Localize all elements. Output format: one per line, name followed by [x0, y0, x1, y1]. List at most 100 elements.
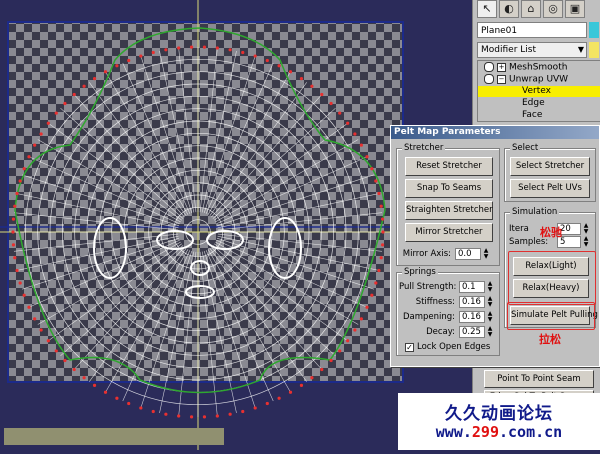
iterations-label: Itera: [509, 224, 529, 234]
boundary-vertex: [253, 54, 257, 58]
boundary-vertex: [241, 50, 245, 55]
decay-field[interactable]: 0.25 ▲ ▼: [459, 326, 492, 338]
boundary-vertex: [92, 77, 97, 81]
uv-checker-texture: [8, 22, 403, 382]
mirror-stretcher-button[interactable]: Mirror Stretcher: [405, 223, 493, 242]
select-group: Select Select Stretcher Select Pelt UVs: [504, 142, 596, 202]
boundary-vertex: [27, 305, 31, 309]
stiffness-label: Stiffness:: [415, 297, 455, 307]
boundary-vertex: [379, 204, 383, 208]
boundary-vertex: [329, 101, 333, 106]
boundary-vertex: [320, 367, 324, 372]
modifier-stack: + MeshSmooth − Unwrap UVW Vertex Edge Face: [477, 60, 600, 122]
boundary-vertex: [164, 412, 168, 416]
motion-icon[interactable]: ◎: [543, 0, 563, 18]
modifier-list-dropdown[interactable]: Modifier List ▼: [477, 42, 587, 58]
boundary-vertex: [365, 305, 369, 309]
group-label: Stretcher: [402, 142, 446, 154]
spinner-icon[interactable]: ▲ ▼: [486, 281, 494, 293]
boundary-vertex: [82, 84, 86, 88]
boundary-vertex: [299, 77, 304, 81]
boundary-vertex: [377, 191, 381, 196]
boundary-vertex: [22, 293, 26, 297]
lightbulb-icon[interactable]: [484, 74, 494, 84]
stiffness-field[interactable]: 0.16 ▲ ▼: [459, 296, 492, 308]
mirror-axis-field[interactable]: 0.0 ▲ ▼: [455, 248, 488, 260]
boundary-vertex: [374, 179, 378, 183]
object-color-swatch[interactable]: [589, 22, 599, 38]
group-label: Simulation: [510, 206, 560, 218]
boundary-vertex: [27, 155, 31, 159]
boundary-vertex: [18, 179, 22, 183]
boundary-vertex: [177, 46, 181, 50]
boundary-vertex: [22, 167, 26, 171]
modifier-color-swatch[interactable]: [589, 42, 599, 58]
modify-icon[interactable]: ◐: [499, 0, 519, 18]
display-icon[interactable]: ▣: [565, 0, 585, 18]
boundary-vertex: [353, 328, 357, 332]
url-prefix: www.: [435, 423, 472, 441]
boundary-vertex: [54, 111, 58, 115]
boundary-vertex: [202, 45, 207, 49]
boundary-vertex: [46, 121, 50, 125]
stack-item-unwrap-uvw[interactable]: − Unwrap UVW: [478, 74, 600, 85]
expand-icon[interactable]: +: [497, 62, 506, 72]
dialog-title[interactable]: Pelt Map Parameters: [391, 126, 599, 139]
spinner-icon[interactable]: ▲ ▼: [482, 248, 490, 260]
hierarchy-icon[interactable]: ⌂: [521, 0, 541, 18]
stack-item-label: Edge: [522, 98, 545, 108]
status-bar: [4, 428, 224, 445]
spinner-icon[interactable]: ▲ ▼: [486, 311, 494, 323]
boundary-vertex: [370, 293, 374, 297]
stack-item-edge[interactable]: Edge: [478, 98, 600, 109]
point-to-point-seam-button[interactable]: Point To Point Seam: [484, 370, 594, 388]
boundary-vertex: [72, 367, 76, 372]
stack-item-face[interactable]: Face: [478, 110, 600, 121]
boundary-vertex: [381, 230, 385, 234]
snap-to-seams-button[interactable]: Snap To Seams: [405, 179, 493, 198]
boundary-vertex: [359, 143, 363, 147]
stack-item-vertex[interactable]: Vertex: [478, 86, 600, 97]
boundary-vertex: [215, 46, 219, 50]
spinner-icon[interactable]: ▲ ▼: [486, 296, 494, 308]
boundary-vertex: [310, 84, 314, 88]
boundary-vertex: [92, 383, 97, 387]
straighten-stretcher-button[interactable]: Straighten Stretcher: [405, 201, 493, 220]
pelt-map-dialog: Pelt Map Parameters Stretcher Reset Stre…: [390, 125, 600, 367]
dampening-value: 0.16: [462, 312, 481, 322]
lightbulb-icon[interactable]: [484, 62, 494, 72]
mirror-axis-label: Mirror Axis:: [402, 249, 451, 259]
watermark-title: 久久动画论坛: [445, 404, 553, 424]
boundary-vertex: [72, 92, 76, 97]
object-name-field[interactable]: Plane01: [477, 22, 587, 38]
boundary-vertex: [346, 121, 350, 125]
spinner-icon[interactable]: ▲ ▼: [486, 326, 494, 338]
collapse-icon[interactable]: −: [497, 74, 506, 84]
springs-group: Springs Pull Strength: 0.1 ▲ ▼ Stiffness: …: [396, 266, 500, 356]
boundary-vertex: [353, 132, 357, 136]
mirror-axis-value: 0.0: [458, 249, 472, 259]
stack-item-meshsmooth[interactable]: + MeshSmooth: [478, 62, 600, 73]
select-stretcher-button[interactable]: Select Stretcher: [510, 157, 590, 176]
url-suffix: .com.cn: [499, 423, 563, 441]
boundary-vertex: [15, 268, 19, 273]
boundary-vertex: [151, 409, 155, 414]
pull-strength-field[interactable]: 0.1 ▲ ▼: [459, 281, 492, 293]
boundary-vertex: [320, 92, 324, 97]
boundary-vertex: [374, 281, 378, 285]
boundary-vertex: [127, 58, 131, 63]
command-tabs: ↖ ◐ ⌂ ◎ ▣: [477, 0, 585, 20]
reset-stretcher-button[interactable]: Reset Stretcher: [405, 157, 493, 176]
decay-label: Decay:: [426, 327, 455, 337]
spinner-icon[interactable]: ▲ ▼: [582, 223, 590, 235]
lock-open-edges-checkbox[interactable]: ✓: [405, 343, 414, 352]
dampening-field[interactable]: 0.16 ▲ ▼: [459, 311, 492, 323]
select-icon[interactable]: ↖: [477, 0, 497, 18]
stack-item-label: Face: [522, 110, 543, 120]
group-label: Select: [510, 142, 541, 154]
relax-highlight: [508, 251, 596, 305]
boundary-vertex: [13, 256, 17, 260]
boundary-vertex: [370, 167, 374, 171]
spinner-icon[interactable]: ▲ ▼: [582, 236, 590, 248]
select-pelt-uvs-button[interactable]: Select Pelt UVs: [510, 179, 590, 198]
